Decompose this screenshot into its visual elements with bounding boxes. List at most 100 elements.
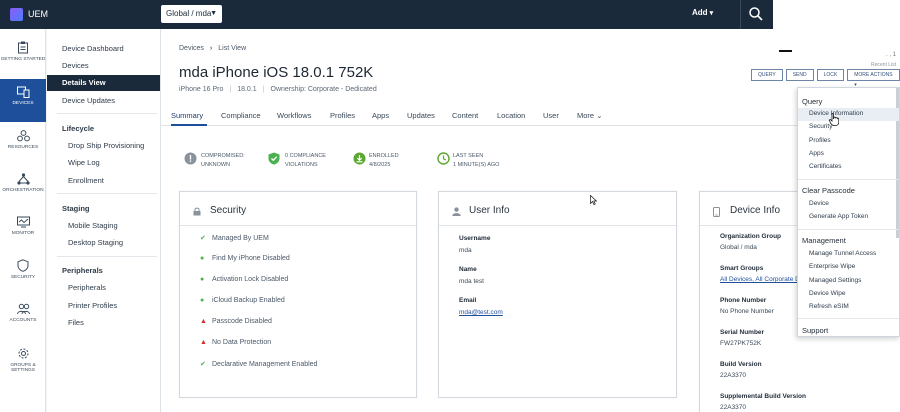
- email-link[interactable]: mda@test.com: [459, 309, 503, 316]
- tab-profiles[interactable]: Profiles: [330, 111, 355, 120]
- nav-label: Devices: [12, 101, 34, 106]
- lock-button[interactable]: Lock: [816, 69, 845, 81]
- menu-item-generate-app-token[interactable]: Generate App Token: [809, 213, 868, 220]
- chevron-down-icon: ⌄: [596, 111, 603, 120]
- menu-item-profiles[interactable]: Profiles: [809, 137, 831, 144]
- add-button[interactable]: Add ▾: [692, 8, 713, 17]
- phone-number-label: Phone Number: [720, 297, 767, 304]
- nav-label: Groups & Settings: [10, 363, 36, 373]
- subnav-heading-staging[interactable]: Staging: [62, 204, 90, 213]
- warning-icon: ▲: [200, 318, 207, 325]
- serial-number-value: FW27PK752K: [720, 340, 762, 347]
- device-ownership: Ownership: Corporate - Dedicated: [270, 86, 377, 93]
- nav-label: Resources: [7, 145, 39, 150]
- clipboard-icon: [18, 41, 28, 54]
- security-row: ✔ Managed By UEM: [200, 234, 269, 242]
- menu-item-apps[interactable]: Apps: [809, 150, 824, 157]
- nav-groups-settings[interactable]: Groups & Settings: [0, 340, 46, 383]
- subnav-mobile-staging[interactable]: Mobile Staging: [68, 221, 118, 230]
- query-button[interactable]: Query: [751, 69, 783, 81]
- menu-item-certificates[interactable]: Certificates: [809, 163, 842, 170]
- menu-item-device[interactable]: Device: [809, 200, 829, 207]
- resources-icon: [16, 130, 30, 142]
- more-actions-button[interactable]: More Actions ▾: [847, 69, 900, 88]
- tab-summary[interactable]: Summary: [171, 111, 203, 120]
- tab-more-label: More: [577, 111, 595, 120]
- tab-workflows[interactable]: Workflows: [277, 111, 311, 120]
- menu-section-management: Management: [802, 236, 846, 245]
- send-button[interactable]: Send: [785, 69, 814, 81]
- security-card: Security ✔ Managed By UEM ● Find My iPhone…: [179, 191, 417, 398]
- nav-resources[interactable]: Resources: [0, 123, 46, 166]
- subnav-device-updates[interactable]: Device Updates: [62, 96, 115, 105]
- divider: [798, 229, 899, 230]
- nav-security[interactable]: Security: [0, 252, 46, 295]
- app-logo: [10, 8, 23, 21]
- menu-item-manage-tunnel-access[interactable]: Manage Tunnel Access: [809, 250, 876, 257]
- main-content: Devices › List View mda iPhone iOS 18.0.1 …: [161, 29, 900, 412]
- compliance-shield-icon: [268, 152, 280, 165]
- device-os: 18.0.1: [237, 86, 257, 93]
- tab-updates[interactable]: Updates: [407, 111, 435, 120]
- divider: |: [262, 86, 265, 93]
- search-panel[interactable]: [773, 0, 900, 29]
- security-row-label: iCloud Backup Enabled: [212, 297, 285, 304]
- subnav-peripherals[interactable]: Peripherals: [68, 283, 106, 292]
- check-icon: ✔: [200, 361, 206, 368]
- status-dot-icon: ●: [200, 297, 205, 304]
- tab-content[interactable]: Content: [452, 111, 478, 120]
- menu-item-device-wipe[interactable]: Device Wipe: [809, 290, 845, 297]
- subnav-devices[interactable]: Devices: [62, 61, 89, 70]
- chevron-right-icon: ›: [209, 45, 213, 52]
- nav-devices[interactable]: Devices: [0, 79, 46, 122]
- subnav-device-dashboard[interactable]: Device Dashboard: [62, 44, 124, 53]
- divider: [439, 225, 676, 226]
- device-subtitle: iPhone 16 Pro | 18.0.1 | Ownership: Corporat…: [179, 86, 377, 93]
- subnav-details-view[interactable]: Details View: [47, 75, 160, 91]
- tab-user[interactable]: User: [543, 111, 559, 120]
- divider: [57, 193, 157, 194]
- organization-group-select[interactable]: Global / mda ▼: [161, 5, 222, 23]
- menu-item-refresh-esim[interactable]: Refresh eSIM: [809, 303, 849, 310]
- tab-location[interactable]: Location: [497, 111, 525, 120]
- subnav-files[interactable]: Files: [68, 318, 84, 327]
- menu-item-enterprise-wipe[interactable]: Enterprise Wipe: [809, 263, 855, 270]
- subnav-printer-profiles[interactable]: Printer Profiles: [68, 301, 117, 310]
- subnav-heading-lifecycle[interactable]: Lifecycle: [62, 124, 94, 133]
- subnav-enrollment[interactable]: Enrollment: [68, 176, 104, 185]
- user-info-card: User Info Username mda Name mda test Ema…: [438, 191, 677, 398]
- active-tab-indicator: [171, 124, 207, 126]
- tab-apps[interactable]: Apps: [372, 111, 389, 120]
- search-icon[interactable]: [748, 6, 764, 22]
- smart-groups-links[interactable]: All Devices, All Corporate D: [720, 276, 800, 283]
- tab-more[interactable]: More ⌄: [577, 111, 602, 120]
- supplemental-build-value: 22A3370: [720, 404, 747, 411]
- nav-accounts[interactable]: Accounts: [0, 296, 46, 339]
- org-group-value: Global / mda: [720, 244, 757, 251]
- menu-item-managed-settings[interactable]: Managed Settings: [809, 277, 861, 284]
- status-dot-icon: ●: [200, 255, 205, 262]
- subnav-heading-peripherals[interactable]: Peripherals: [62, 266, 103, 275]
- monitor-icon: [16, 216, 30, 228]
- tab-compliance[interactable]: Compliance: [221, 111, 261, 120]
- app-name: UEM: [28, 9, 48, 19]
- menu-section-support: Support: [802, 326, 829, 335]
- subnav-wipe-log[interactable]: Wipe Log: [68, 158, 100, 167]
- nav-orchestration[interactable]: Orchestration: [0, 166, 46, 209]
- status-value: Violations: [285, 162, 318, 168]
- nav-label: Accounts: [9, 318, 37, 323]
- nav-getting-started[interactable]: Getting Started: [0, 34, 46, 77]
- gear-icon: [18, 348, 28, 359]
- breadcrumb-devices[interactable]: Devices: [179, 45, 204, 52]
- subnav-drop-ship-provisioning[interactable]: Drop Ship Provisioning: [68, 141, 144, 150]
- card-title: User Info: [469, 205, 510, 216]
- breadcrumb-list-view[interactable]: List View: [218, 45, 246, 52]
- primary-nav: Getting Started Devices Resources Orches…: [0, 29, 46, 412]
- more-actions-menu: Query Device Information Security Profil…: [797, 87, 900, 337]
- menu-section-query: Query: [802, 97, 823, 106]
- user-icon: [452, 207, 461, 216]
- subnav-desktop-staging[interactable]: Desktop Staging: [68, 238, 123, 247]
- divider: [798, 318, 899, 319]
- nav-monitor[interactable]: Monitor: [0, 209, 46, 252]
- page-title: mda iPhone iOS 18.0.1 752K: [179, 64, 374, 81]
